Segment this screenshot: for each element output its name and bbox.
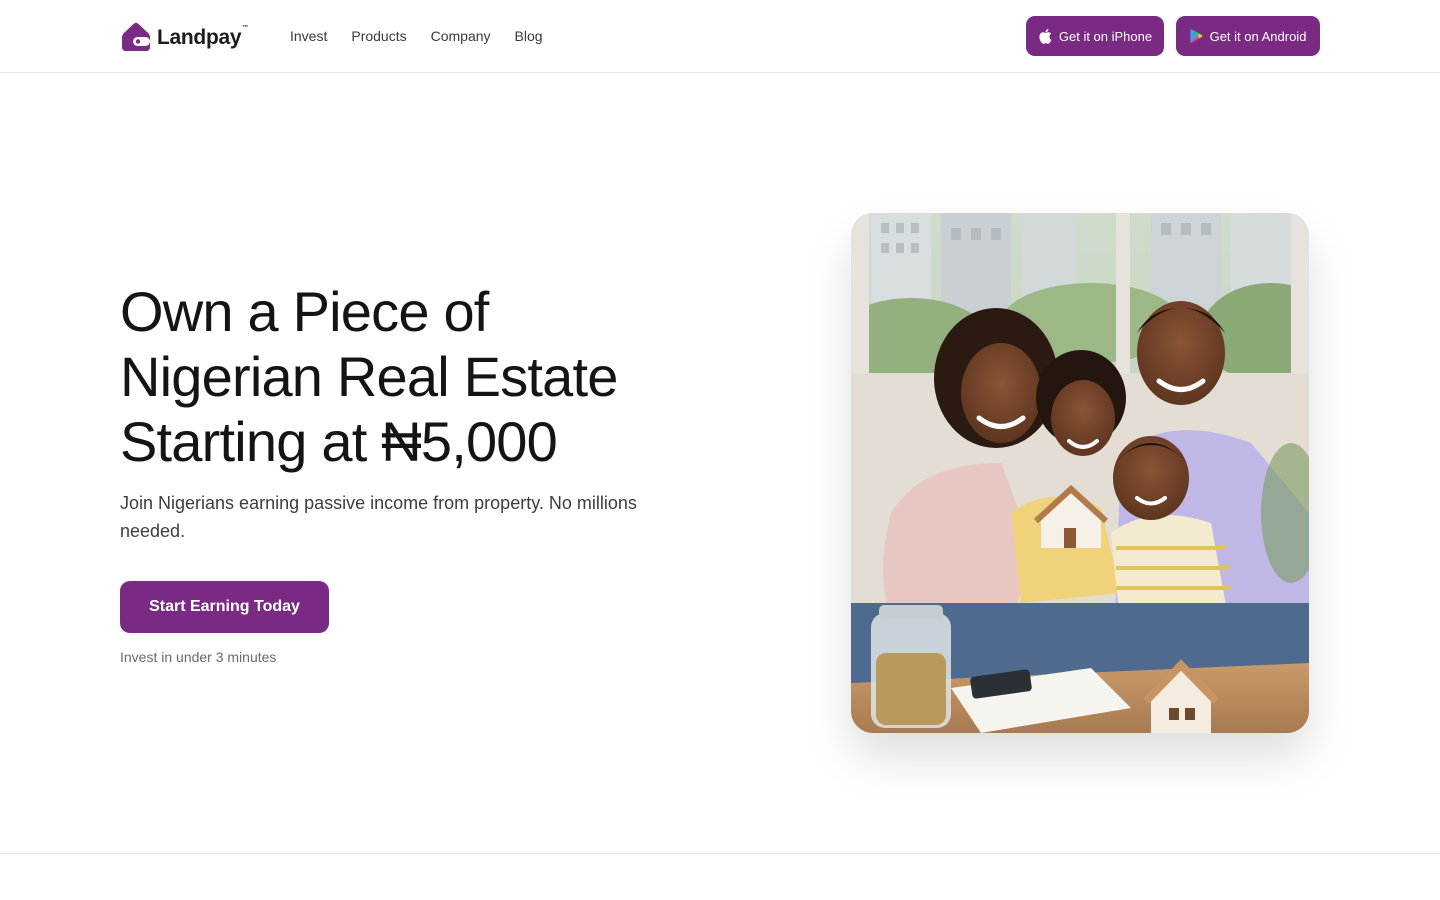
headline-line-3: Starting at ₦5,000 [120,410,558,473]
hero-subheadline: Join Nigerians earning passive income fr… [120,493,637,541]
headline-line-2: Nigerian Real Estate [120,345,618,408]
get-it-on-iphone-button[interactable]: Get it on iPhone [1026,16,1164,56]
iphone-label: Get it on iPhone [1058,28,1153,44]
house-logo-icon [122,22,150,51]
section-divider [0,853,1440,854]
google-play-icon [1189,29,1202,43]
get-it-on-android-button[interactable]: Get it on Android [1176,16,1320,56]
brand-trademark: ™ [242,25,249,31]
apple-icon [1039,29,1052,44]
main-nav: Invest Products Company Blog [290,26,543,46]
headline-line-1: Own a Piece of [120,280,489,343]
nav-company[interactable]: Company [431,26,491,46]
start-earning-button[interactable]: Start Earning Today [120,581,329,633]
android-label: Get it on Android [1209,28,1307,44]
landpay-logo[interactable]: Landpay ™ [120,20,248,52]
hero-headline: Own a Piece of Nigerian Real Estate Star… [120,279,680,474]
nav-products[interactable]: Products [351,26,406,46]
nav-invest[interactable]: Invest [290,26,327,46]
nav-blog[interactable]: Blog [515,26,543,46]
family-with-house-model-photo [851,213,1309,733]
invest-time-note: Invest in under 3 minutes [120,649,277,665]
brand-name: Landpay [157,26,242,49]
site-header: Landpay ™ Invest Products Company Blog G… [0,0,1440,73]
